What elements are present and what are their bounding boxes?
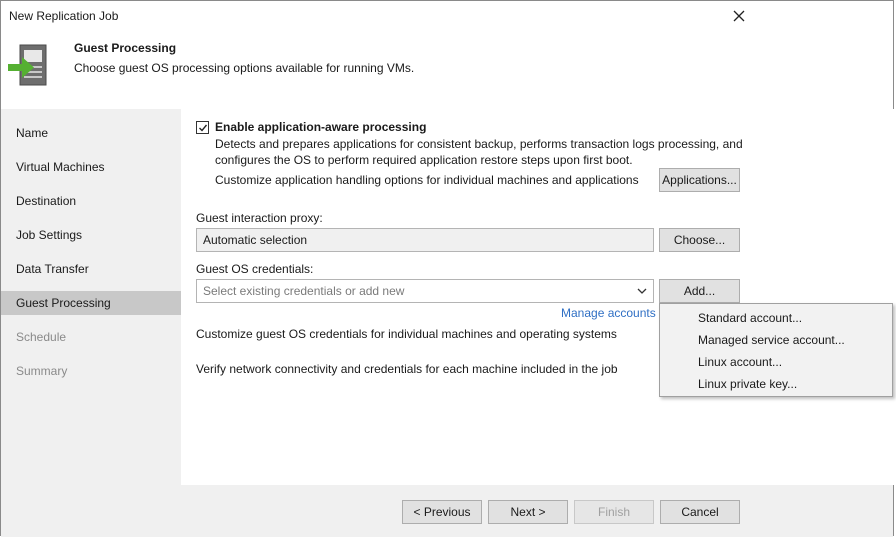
- step-guest-processing[interactable]: Guest Processing: [1, 291, 181, 315]
- credentials-placeholder: Select existing credentials or add new: [203, 284, 405, 298]
- close-button[interactable]: [725, 3, 753, 29]
- step-virtual-machines[interactable]: Virtual Machines: [1, 155, 181, 179]
- step-summary: Summary: [16, 364, 68, 378]
- guest-processing-panel: Enable application-aware processing Dete…: [181, 109, 895, 485]
- applications-button[interactable]: Applications...: [659, 168, 740, 192]
- step-schedule: Schedule: [16, 330, 67, 344]
- customize-credentials-text: Customize guest OS credentials for indiv…: [196, 327, 617, 341]
- wizard-footer: < Previous Next > Finish Cancel: [1, 485, 893, 537]
- menu-item-linux-account[interactable]: Linux account...: [660, 351, 892, 373]
- window-title: New Replication Job: [9, 9, 119, 23]
- close-icon: [733, 10, 745, 22]
- app-aware-label: Enable application-aware processing: [215, 120, 427, 134]
- proxy-field: Automatic selection: [196, 228, 654, 252]
- app-aware-description-line2: configures the OS to perform required ap…: [215, 153, 633, 167]
- page-title: Guest Processing: [74, 41, 177, 55]
- checkmark-icon: [199, 124, 208, 132]
- app-aware-description-line1: Detects and prepares applications for co…: [215, 137, 743, 151]
- page-subtitle: Choose guest OS processing options avail…: [74, 61, 415, 75]
- next-button[interactable]: Next >: [488, 500, 568, 524]
- step-job-settings[interactable]: Job Settings: [1, 223, 181, 247]
- finish-button: Finish: [574, 500, 654, 524]
- credentials-label: Guest OS credentials:: [196, 262, 314, 276]
- chevron-down-icon: [637, 288, 647, 294]
- credentials-combobox[interactable]: Select existing credentials or add new: [196, 279, 654, 303]
- wizard-header: Guest Processing Choose guest OS process…: [1, 31, 893, 109]
- customize-apps-text: Customize application handling options f…: [215, 173, 639, 187]
- menu-item-standard-account[interactable]: Standard account...: [660, 307, 892, 329]
- wizard-steps-sidebar: Name Virtual Machines Destination Job Se…: [1, 109, 181, 485]
- guest-processing-icon: [6, 41, 54, 93]
- step-name[interactable]: Name: [1, 121, 181, 145]
- previous-button[interactable]: < Previous: [402, 500, 482, 524]
- proxy-label: Guest interaction proxy:: [196, 211, 323, 225]
- title-bar: New Replication Job: [1, 1, 893, 31]
- add-credentials-menu: Standard account... Managed service acco…: [659, 303, 893, 397]
- replication-job-dialog: New Replication Job Guest Processing Cho…: [0, 0, 895, 537]
- menu-item-managed-service-account[interactable]: Managed service account...: [660, 329, 892, 351]
- step-destination[interactable]: Destination: [1, 189, 181, 213]
- app-aware-checkbox[interactable]: [196, 121, 209, 134]
- cancel-button[interactable]: Cancel: [660, 500, 740, 524]
- verify-connectivity-text: Verify network connectivity and credenti…: [196, 362, 618, 376]
- choose-proxy-button[interactable]: Choose...: [659, 228, 740, 252]
- manage-accounts-link[interactable]: Manage accounts: [561, 306, 656, 320]
- add-credentials-button[interactable]: Add...: [659, 279, 740, 303]
- step-data-transfer[interactable]: Data Transfer: [1, 257, 181, 281]
- menu-item-linux-private-key[interactable]: Linux private key...: [660, 373, 892, 395]
